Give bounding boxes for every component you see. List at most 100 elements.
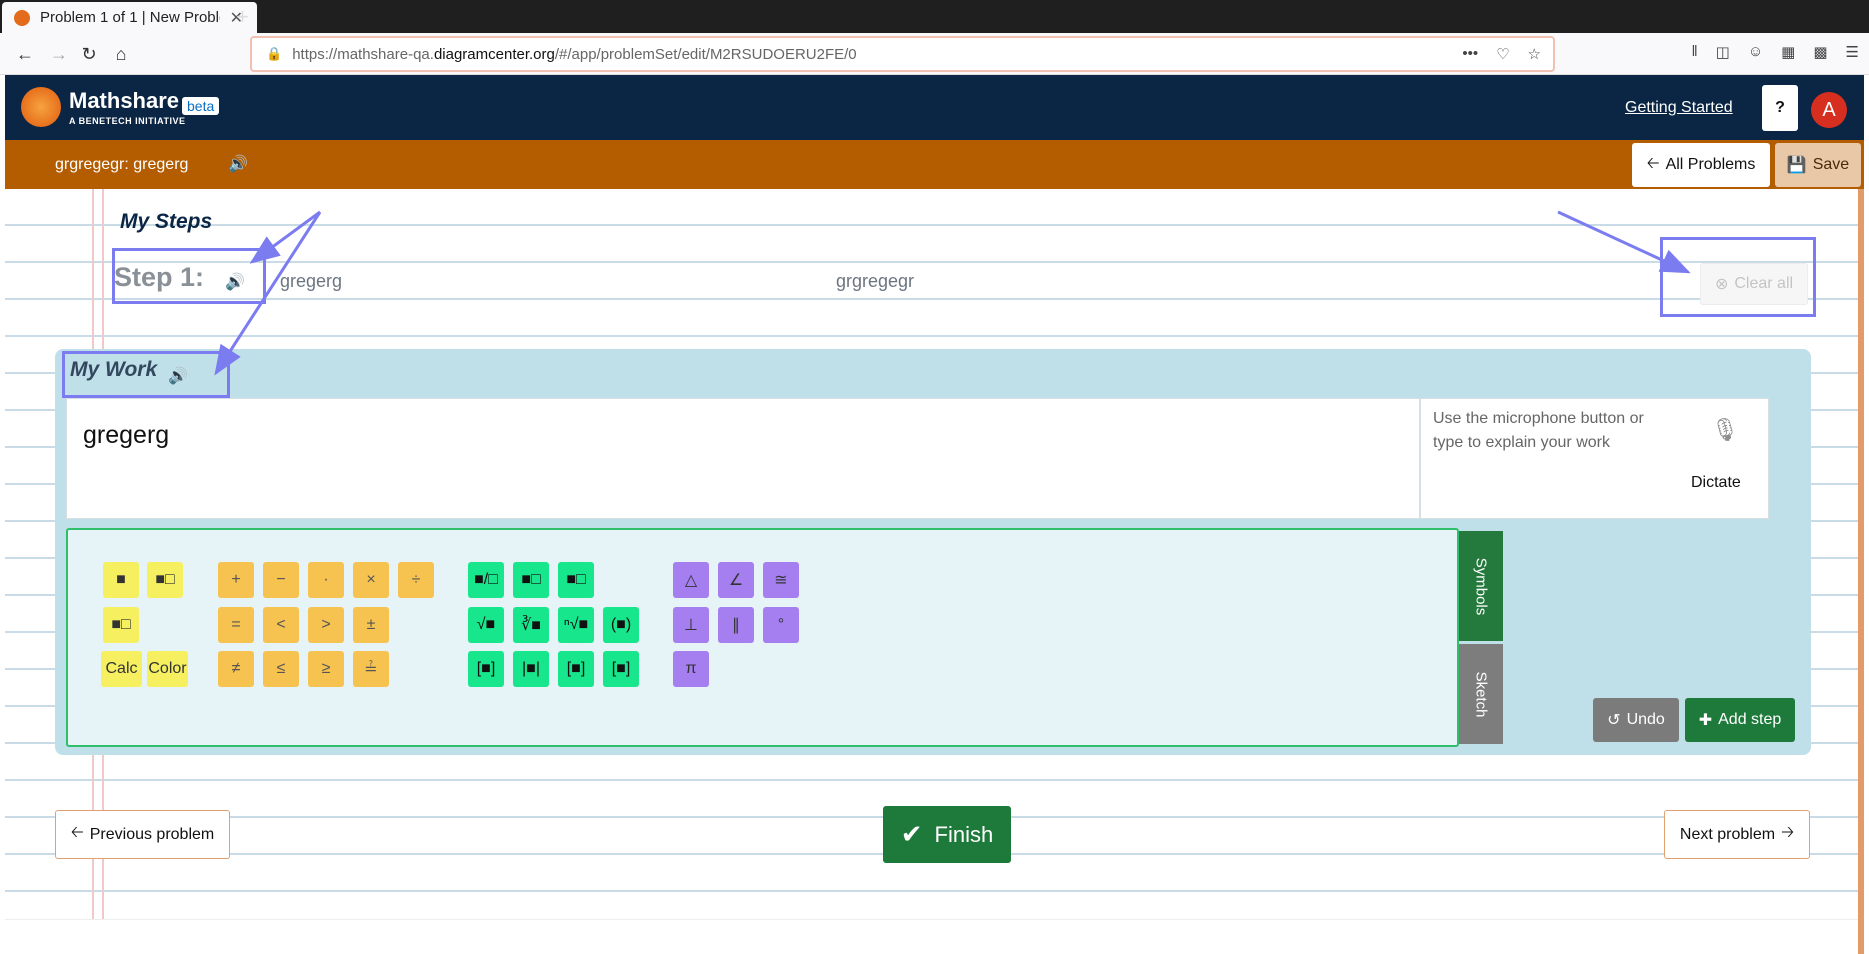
math-editor[interactable]: gregerg: [66, 398, 1420, 519]
mathshare-favicon-icon: [14, 9, 30, 26]
reload-icon[interactable]: ↻: [76, 41, 102, 67]
explanation-placeholder: Use the microphone button or type to exp…: [1433, 410, 1644, 451]
annotation-box-mywork: [62, 351, 230, 398]
next-problem-button[interactable]: Next problem 🡢: [1664, 810, 1810, 859]
browser-nav-bar: ← → ↻ ⌂ 🔒 https://mathshare-qa. diagramc…: [0, 33, 1869, 75]
problem-title: grgregegr: gregerg: [55, 156, 189, 173]
floor-key[interactable]: [■]: [558, 651, 594, 687]
home-icon[interactable]: ⌂: [108, 41, 134, 67]
step-expression: gregerg: [280, 271, 343, 291]
getting-started-link[interactable]: Getting Started: [1625, 99, 1733, 117]
speaker-icon[interactable]: 🔊: [228, 154, 248, 174]
color-key[interactable]: Color: [147, 651, 188, 687]
palette-key[interactable]: ≤: [263, 651, 299, 687]
app-header: Mathshare A BENETECH INITIATIVE beta Get…: [5, 75, 1864, 140]
degree-key[interactable]: °: [763, 607, 799, 643]
palette-key[interactable]: ±: [353, 607, 389, 643]
help-button[interactable]: ?: [1762, 85, 1798, 131]
dictate-label[interactable]: Dictate: [1691, 474, 1741, 492]
add-step-label: Add step: [1718, 711, 1782, 728]
back-arrow-icon[interactable]: ←: [12, 41, 38, 67]
palette-key[interactable]: ≟: [353, 651, 389, 687]
tab-symbols-label: Symbols: [1472, 557, 1490, 615]
congruent-key[interactable]: ≅: [763, 562, 799, 598]
all-problems-button[interactable]: 🡠 All Problems: [1632, 143, 1770, 187]
undo-button[interactable]: ↺ Undo: [1593, 698, 1679, 742]
arrow-right-icon: 🡢: [1781, 824, 1795, 841]
previous-problem-label: Previous problem: [89, 825, 215, 843]
parallel-key[interactable]: ∥: [718, 607, 754, 643]
palette-key[interactable]: +: [218, 562, 254, 598]
perpendicular-key[interactable]: ⊥: [673, 607, 709, 643]
palette-key[interactable]: <: [263, 607, 299, 643]
arrow-left-icon: 🡠: [1646, 154, 1660, 172]
palette-key[interactable]: ×: [353, 562, 389, 598]
pocket-icon[interactable]: ♡: [1496, 45, 1509, 63]
next-problem-label: Next problem: [1679, 825, 1776, 843]
superscript-key[interactable]: ■□: [513, 562, 549, 598]
add-step-button[interactable]: ✚ Add step: [1685, 698, 1795, 742]
save-button[interactable]: 💾 Save: [1775, 143, 1861, 187]
cube-root-key[interactable]: ∛■: [513, 607, 549, 643]
explanation-box[interactable]: Use the microphone button or type to exp…: [1420, 398, 1769, 519]
menu-icon[interactable]: ☰: [1846, 43, 1859, 61]
pi-key[interactable]: π: [673, 651, 709, 687]
tab-sketch[interactable]: Sketch: [1459, 644, 1503, 744]
step-explanation: grgregegr: [836, 271, 915, 291]
page-actions-icon[interactable]: •••: [1462, 45, 1478, 63]
parentheses-key[interactable]: (■): [603, 607, 639, 643]
annotation-box-step: [112, 248, 266, 304]
sidebar-icon[interactable]: ◫: [1716, 43, 1730, 61]
bookmark-star-icon[interactable]: ☆: [1528, 45, 1541, 63]
all-problems-label: All Problems: [1665, 156, 1756, 173]
microphone-icon[interactable]: 🎙: [1711, 417, 1739, 443]
nth-root-key[interactable]: ⁿ√■: [558, 607, 594, 643]
triangle-key[interactable]: △: [673, 562, 709, 598]
browser-tab-bar: Problem 1 of 1 | New Problem Set ✕ +: [0, 0, 1869, 33]
user-avatar[interactable]: A: [1811, 92, 1847, 128]
palette-key[interactable]: ≥: [308, 651, 344, 687]
palette-key[interactable]: >: [308, 607, 344, 643]
absolute-value-key[interactable]: |■|: [513, 651, 549, 687]
annotation-box-clearall: [1660, 237, 1816, 317]
my-steps-heading: My Steps: [120, 210, 213, 233]
ceiling-key[interactable]: [■]: [603, 651, 639, 687]
palette-key[interactable]: ■□: [147, 562, 183, 598]
finish-button[interactable]: ✔ Finish: [883, 806, 1011, 863]
tab-sketch-label: Sketch: [1472, 671, 1490, 717]
palette-key[interactable]: =: [218, 607, 254, 643]
palette-key[interactable]: −: [263, 562, 299, 598]
forward-arrow-icon[interactable]: →: [46, 41, 72, 67]
floppy-disk-icon: 💾: [1786, 157, 1807, 174]
palette-key[interactable]: ≠: [218, 651, 254, 687]
undo-label: Undo: [1626, 711, 1665, 728]
fraction-key[interactable]: ■/□: [468, 562, 504, 598]
angle-key[interactable]: ∠: [718, 562, 754, 598]
palette-key[interactable]: ÷: [398, 562, 434, 598]
palette-key[interactable]: ■□: [103, 607, 139, 643]
library-icon[interactable]: ‖: [1691, 43, 1697, 61]
brackets-key[interactable]: [■]: [468, 651, 504, 687]
new-tab-button[interactable]: +: [236, 4, 249, 30]
browser-tab[interactable]: Problem 1 of 1 | New Problem Set ✕: [2, 2, 257, 33]
previous-problem-button[interactable]: 🡠 Previous problem: [55, 810, 230, 859]
beta-badge: beta: [182, 97, 220, 115]
tab-symbols[interactable]: Symbols: [1459, 531, 1503, 641]
extension-icon[interactable]: ▦: [1781, 43, 1795, 61]
url-path: /#/app/problemSet/edit/M2RSUDOERU2FE/0: [554, 45, 857, 63]
url-domain: diagramcenter.org: [433, 45, 555, 63]
brand-name[interactable]: Mathshare: [69, 88, 179, 114]
url-bar[interactable]: 🔒 https://mathshare-qa. diagramcenter.or…: [250, 36, 1555, 72]
arrow-left-icon: 🡠: [70, 824, 84, 841]
extensions-puzzle-icon[interactable]: ▩: [1813, 43, 1827, 61]
palette-key[interactable]: ·: [308, 562, 344, 598]
sqrt-key[interactable]: √■: [468, 607, 504, 643]
mathshare-logo-icon[interactable]: [21, 87, 61, 127]
subscript-key[interactable]: ■□: [558, 562, 594, 598]
shield-lock-icon: 🔒: [266, 46, 283, 61]
finish-label: Finish: [934, 821, 994, 847]
calc-key[interactable]: Calc: [101, 651, 142, 687]
account-icon[interactable]: ☺: [1748, 43, 1763, 61]
url-prefix: https://mathshare-qa.: [292, 45, 434, 63]
palette-key[interactable]: ■: [103, 562, 139, 598]
